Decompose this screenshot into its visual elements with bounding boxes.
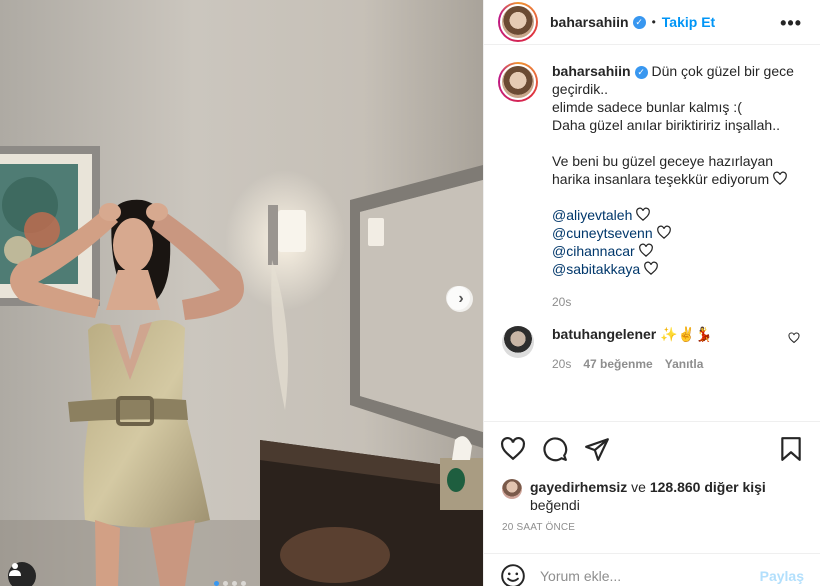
likes-text: gayedirhemsiz ve 128.860 diğer kişi beğe…	[530, 478, 766, 514]
post-actions	[484, 421, 820, 473]
heart-icon	[636, 207, 651, 221]
heart-icon[interactable]	[500, 436, 526, 462]
post-sidebar: baharsahiin ✓ • Takip Et ••• baharsahiin…	[483, 0, 820, 586]
caption-line: geçirdik..	[552, 81, 609, 97]
caption-line	[552, 134, 794, 152]
comment-username[interactable]: batuhangelener	[552, 326, 656, 342]
carousel-dot	[214, 581, 219, 586]
likes-count-link[interactable]: 128.860 diğer kişi	[650, 479, 766, 495]
comment-likes[interactable]: 47 beğenme	[583, 357, 652, 371]
chevron-right-icon: ›	[458, 290, 464, 307]
likes-summary: gayedirhemsiz ve 128.860 diğer kişi beğe…	[502, 478, 806, 514]
likes-suffix: beğendi	[530, 497, 580, 513]
caption-time[interactable]: 20s	[552, 293, 794, 311]
caption-line: harika insanlara teşekkür ediyorum	[552, 170, 794, 188]
next-comment-fade	[610, 385, 806, 393]
mention-link[interactable]: @cihannacar	[552, 243, 635, 259]
post-caption: baharsahiin ✓ Dün çok güzel bir gece geçi…	[498, 62, 806, 311]
mention-link[interactable]: @aliyevtaleh	[552, 207, 632, 223]
caption-username[interactable]: baharsahiin	[552, 63, 631, 79]
post-username[interactable]: baharsahiin	[550, 14, 629, 30]
carousel-next-button[interactable]: ›	[447, 286, 473, 312]
heart-icon	[638, 243, 653, 257]
likes-connector: ve	[631, 479, 646, 495]
caption-mention-line: @cihannacar	[552, 242, 794, 260]
comment-time[interactable]: 20s	[552, 357, 571, 371]
post-header: baharsahiin ✓ • Takip Et •••	[484, 0, 820, 45]
follow-button[interactable]: Takip Et	[662, 14, 715, 30]
avatar[interactable]	[502, 326, 534, 358]
tagged-users-button[interactable]	[8, 562, 36, 586]
comment-input[interactable]	[540, 568, 760, 584]
caption-text: harika insanlara teşekkür ediyorum	[552, 171, 770, 187]
caption-mention-line: @sabitakkaya	[552, 260, 794, 278]
verified-badge-icon: ✓	[634, 66, 648, 79]
caption-body: baharsahiin ✓ Dün çok güzel bir gece geçi…	[552, 62, 794, 311]
avatar[interactable]	[498, 62, 538, 102]
carousel-dot	[223, 581, 228, 586]
mention-link[interactable]: @cuneytsevenn	[552, 225, 653, 241]
caption-line: Daha güzel anılar biriktiririz inşallah.…	[552, 117, 780, 133]
carousel-dots	[214, 581, 246, 586]
comment-body: batuhangelener ✨✌️💃 20s 47 beğenme Yanıt…	[552, 326, 712, 371]
comments-list[interactable]: baharsahiin ✓ Dün çok güzel bir gece geçi…	[484, 62, 820, 420]
caption-line: elimde sadece bunlar kalmış :(	[552, 99, 742, 115]
comment-icon[interactable]	[542, 436, 568, 462]
comment-like-icon[interactable]	[788, 332, 800, 344]
caption-line: baharsahiin ✓ Dün çok güzel bir gece	[552, 62, 794, 80]
comment-line: batuhangelener ✨✌️💃	[552, 326, 712, 343]
avatar[interactable]	[502, 479, 522, 499]
liker-username[interactable]: gayedirhemsiz	[530, 479, 627, 495]
caption-mention-line: @aliyevtaleh	[552, 206, 794, 224]
post-comment-button[interactable]: Paylaş	[760, 568, 804, 584]
verified-badge-icon: ✓	[632, 15, 646, 29]
carousel-dot	[232, 581, 237, 586]
caption-mention-line: @cuneytsevenn	[552, 224, 794, 242]
carousel-dot	[241, 581, 246, 586]
post-timestamp[interactable]: 20 SAAT ÖNCE	[502, 522, 575, 533]
comment-item: batuhangelener ✨✌️💃 20s 47 beğenme Yanıt…	[498, 326, 806, 371]
caption-line	[552, 188, 794, 206]
header-separator: •	[651, 15, 656, 29]
caption-line: Ve beni bu güzel geceye hazırlayan	[552, 153, 774, 169]
comment-text: ✨✌️💃	[660, 326, 713, 342]
post-photo[interactable]: ›	[0, 0, 483, 586]
photo-illustration	[0, 0, 483, 586]
reply-button[interactable]: Yanıtla	[665, 357, 704, 371]
mention-link[interactable]: @sabitakkaya	[552, 261, 640, 277]
emoji-icon[interactable]	[500, 563, 526, 586]
user-icon	[9, 563, 21, 576]
caption-text: Dün çok güzel bir gece	[651, 63, 794, 79]
avatar[interactable]	[498, 2, 538, 42]
heart-icon	[773, 171, 787, 185]
add-comment-bar: Paylaş	[484, 553, 820, 586]
more-options-icon[interactable]: •••	[780, 13, 802, 34]
bookmark-icon[interactable]	[778, 436, 804, 462]
heart-icon	[656, 225, 671, 239]
share-icon[interactable]	[584, 436, 610, 462]
heart-icon	[644, 261, 659, 275]
comment-meta: 20s 47 beğenme Yanıtla	[552, 357, 712, 371]
